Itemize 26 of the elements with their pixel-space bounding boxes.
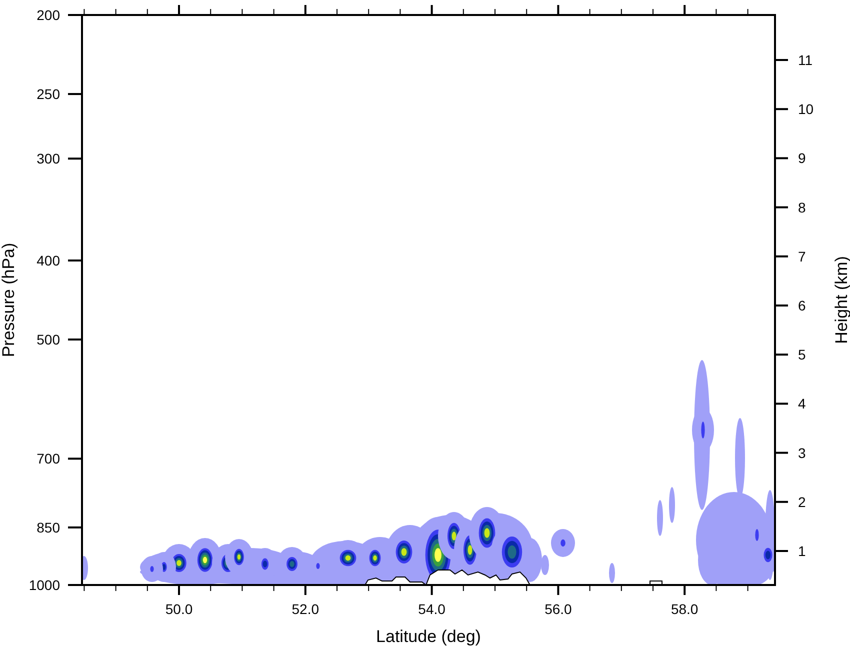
axis-tick-label: 9 (798, 150, 806, 166)
axis-tick-label: 500 (36, 332, 60, 348)
axis-tick-label: 56.0 (544, 601, 572, 617)
axis-tick-label: 1 (798, 543, 806, 559)
axis-tick-label: 5 (798, 346, 806, 363)
axis-tick-label: 8 (798, 199, 806, 216)
axis-tick-label: 50.0 (165, 601, 193, 617)
axis-tick-label: 54.0 (418, 601, 446, 617)
axis-tick-label: 52.0 (292, 601, 320, 617)
axis-tick-label: 2 (798, 494, 806, 510)
axis-tick-label: 300 (36, 150, 60, 167)
axis-tick-label: 1000 (28, 577, 60, 593)
axis-tick-label: 700 (36, 450, 60, 467)
axis-tick-label: 7 (798, 248, 806, 264)
axis-tick-label: 58.0 (670, 601, 698, 617)
y-axis-title: Pressure (hPa) (0, 242, 18, 358)
axis-tick-label: 11 (798, 52, 813, 68)
axis-tick-label: 400 (36, 252, 60, 268)
axis-tick-label: 200 (36, 7, 60, 23)
x-axis-title: Latitude (deg) (376, 627, 481, 646)
axis-tick-label: 250 (36, 86, 60, 102)
axis-tick-label: 850 (36, 519, 60, 536)
axis-tick-label: 6 (798, 298, 806, 314)
axis-tick-label: 3 (798, 444, 806, 461)
axis-tick-label: 4 (798, 396, 806, 412)
axis-tick-label: 10 (798, 101, 814, 118)
